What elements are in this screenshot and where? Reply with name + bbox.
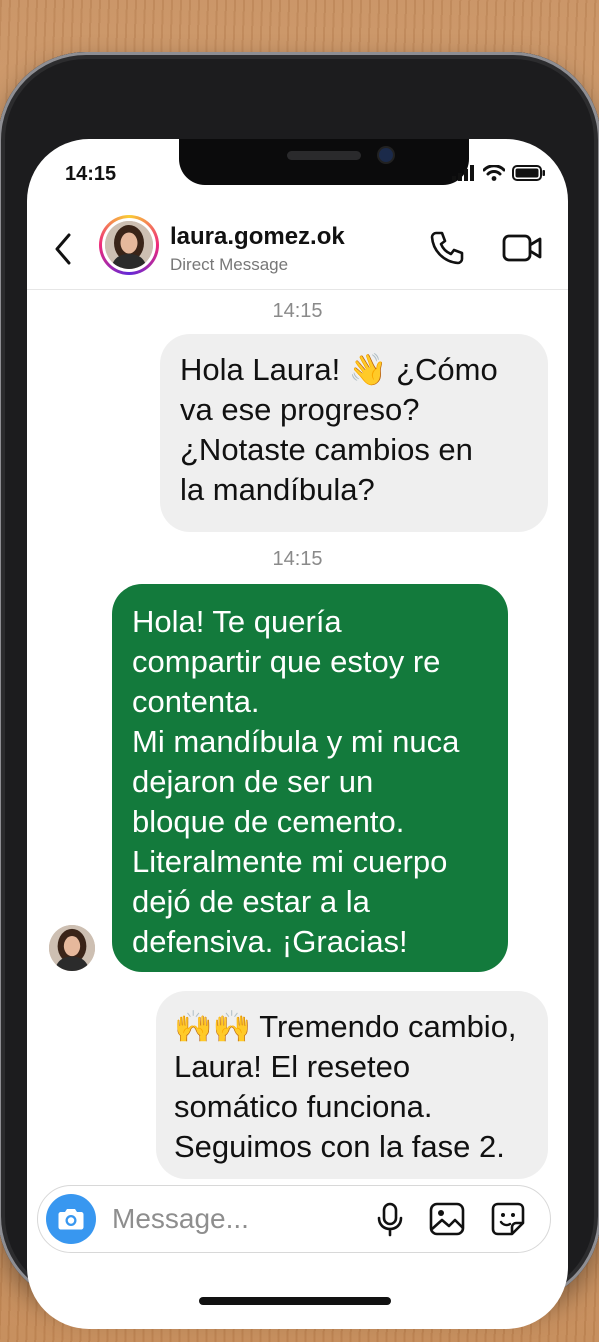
speaker bbox=[287, 151, 361, 160]
camera-icon bbox=[58, 1209, 84, 1230]
contact-photo bbox=[105, 221, 153, 269]
message-composer bbox=[37, 1185, 551, 1253]
outgoing-message[interactable]: 🙌🙌 Tremendo cambio, Laura! El reseteo so… bbox=[156, 991, 548, 1179]
phone-icon[interactable] bbox=[427, 228, 467, 268]
incoming-message[interactable]: Hola! Te quería compartir que estoy re c… bbox=[112, 584, 508, 972]
phone-frame: 14:15 laura.gomez.ok Direct Message 14:1… bbox=[0, 52, 599, 1329]
contact-subtitle: Direct Message bbox=[170, 255, 289, 274]
message-timestamp: 14:15 bbox=[272, 300, 323, 322]
back-chevron-icon[interactable] bbox=[49, 229, 75, 269]
home-indicator[interactable] bbox=[199, 1297, 391, 1305]
video-camera-icon[interactable] bbox=[501, 228, 543, 268]
status-time: 14:15 bbox=[65, 163, 117, 185]
image-icon[interactable] bbox=[428, 1200, 466, 1238]
message-input[interactable] bbox=[112, 1198, 352, 1240]
sticker-icon[interactable] bbox=[489, 1200, 527, 1238]
notch bbox=[179, 139, 469, 185]
microphone-icon[interactable] bbox=[371, 1200, 409, 1238]
front-camera bbox=[379, 148, 393, 162]
status-icons bbox=[452, 165, 546, 181]
sender-avatar[interactable] bbox=[49, 925, 95, 971]
message-timestamp: 14:15 bbox=[272, 548, 323, 570]
signal-icon bbox=[452, 165, 474, 181]
contact-username[interactable]: laura.gomez.ok bbox=[170, 223, 345, 251]
phone-screen: 14:15 laura.gomez.ok Direct Message 14:1… bbox=[27, 139, 568, 1329]
chat-header: laura.gomez.ok Direct Message bbox=[27, 211, 568, 290]
contact-avatar[interactable] bbox=[99, 215, 159, 275]
wifi-icon bbox=[483, 165, 505, 181]
camera-button[interactable] bbox=[46, 1194, 96, 1244]
outgoing-message[interactable]: Hola Laura! 👋 ¿Cómo va ese progreso? ¿No… bbox=[160, 334, 548, 532]
battery-icon bbox=[512, 165, 545, 181]
